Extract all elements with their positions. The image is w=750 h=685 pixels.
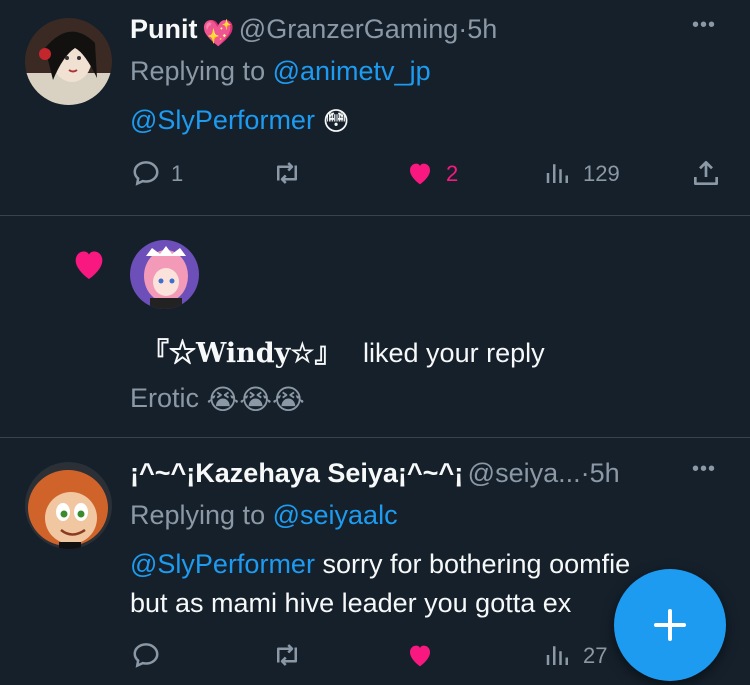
liker-name[interactable]: 『☆Windy☆』 [142, 338, 342, 369]
tweet-text-line-1: @SlyPerformer sorry for bothering oomfie [130, 549, 630, 580]
loudly-crying-emoji: 😭 [239, 384, 272, 416]
reply-preview: Erotic 😭😭😭 [130, 383, 305, 416]
loudly-crying-emoji: 😭 [271, 384, 305, 416]
timestamp[interactable]: 5h [467, 14, 497, 44]
preview-text: Erotic [130, 383, 200, 413]
heart-icon[interactable] [404, 640, 436, 670]
display-name[interactable]: Punit [130, 14, 198, 44]
view-count: 129 [583, 161, 620, 186]
display-name[interactable]: ¡^~^¡Kazehaya Seiya¡^~^¡ [130, 458, 463, 488]
user-handle[interactable]: @GranzerGaming [239, 14, 458, 44]
user-handle[interactable]: @seiya... [468, 458, 581, 488]
heart-icon [75, 251, 103, 279]
heart-icon [410, 163, 430, 185]
avatar-image [130, 240, 199, 309]
reply-count: 1 [171, 161, 184, 186]
mention-link[interactable]: @SlyPerformer [130, 549, 315, 579]
divider [0, 437, 750, 438]
tweet-header: Punit 💖 @GranzerGaming·5h [130, 14, 497, 49]
tweet-text: @SlyPerformer 😳 [130, 105, 350, 137]
replying-to: Replying to @animetv_jp [130, 56, 431, 87]
retweet-icon[interactable] [271, 640, 303, 670]
avatar[interactable] [130, 240, 199, 309]
tweet-text: but as mami hive leader you gotta ex [130, 588, 572, 618]
reply-icon[interactable] [131, 640, 161, 670]
avatar[interactable] [25, 462, 112, 549]
separator-dot: · [458, 14, 468, 44]
compose-button[interactable] [614, 569, 726, 681]
timestamp[interactable]: 5h [590, 458, 620, 488]
avatar[interactable] [25, 18, 112, 105]
tweet-text-line-2: but as mami hive leader you gotta ex [130, 588, 571, 619]
reply-icon [133, 161, 159, 186]
retweet-icon [277, 162, 297, 184]
notification-action: liked your reply [363, 338, 545, 368]
replying-to: Replying to @seiyaalc [130, 500, 398, 531]
avatar-image [25, 18, 112, 105]
sparkling-heart-emoji: 💖 [201, 18, 235, 49]
tweet-header: ¡^~^¡Kazehaya Seiya¡^~^¡ @seiya...·5h [130, 458, 620, 489]
analytics-icon [546, 164, 568, 183]
like-count: 2 [446, 161, 459, 186]
plus-icon [654, 609, 686, 641]
replying-handle-link[interactable]: @seiyaalc [273, 500, 398, 530]
replying-prefix: Replying to [130, 500, 266, 530]
more-options-icon[interactable]: ••• [692, 14, 716, 37]
more-options-icon[interactable]: ••• [692, 458, 716, 481]
notification-text: 『☆Windy☆』 liked your reply [142, 331, 545, 370]
analytics-icon [546, 646, 568, 665]
view-count: 27 [583, 643, 608, 668]
replying-handle-link[interactable]: @animetv_jp [273, 56, 431, 86]
flushed-face-emoji: 😳 [322, 106, 350, 137]
separator-dot: · [580, 458, 590, 488]
mention-link[interactable]: @SlyPerformer [130, 105, 315, 135]
share-icon[interactable] [690, 157, 722, 189]
divider [0, 215, 750, 216]
replying-prefix: Replying to [130, 56, 266, 86]
avatar-image [25, 462, 112, 549]
tweet-text: sorry for bothering oomfie [322, 549, 631, 579]
loudly-crying-emoji: 😭 [206, 384, 240, 416]
